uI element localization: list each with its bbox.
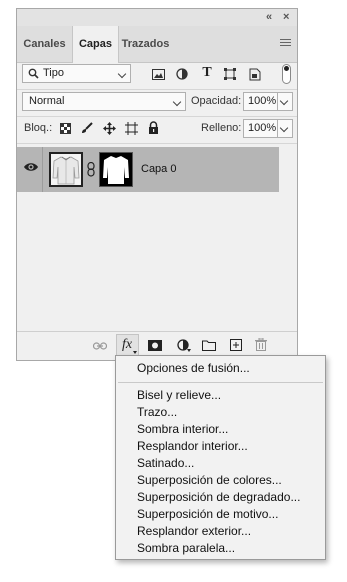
blend-mode-select[interactable]: Normal — [22, 92, 186, 111]
divider — [17, 143, 297, 144]
chevron-down-icon[interactable] — [279, 123, 289, 133]
panel-title-bar: « × — [17, 9, 297, 27]
lock-label: Bloq.: — [24, 122, 53, 134]
tab-trazados[interactable]: Trazados — [117, 26, 174, 62]
panel-tabs: Canales Capas Trazados — [17, 26, 297, 63]
group-folder-icon[interactable] — [202, 338, 216, 352]
adjustment-filter-icon[interactable] — [175, 67, 189, 81]
layer-name[interactable]: Capa 0 — [141, 163, 176, 175]
adjustment-layer-icon[interactable] — [176, 338, 191, 352]
lock-all-icon[interactable] — [146, 120, 160, 134]
opacity-value: 100% — [248, 95, 277, 107]
menu-separator — [118, 382, 323, 383]
panel-menu-icon[interactable] — [280, 39, 291, 48]
layer-filter-select[interactable]: Tipo — [22, 64, 131, 83]
opacity-input[interactable]: 100% — [243, 92, 293, 111]
chevron-down-icon[interactable] — [279, 96, 289, 106]
tab-canales[interactable]: Canales — [17, 26, 72, 62]
shirt-icon — [51, 154, 81, 185]
search-icon — [28, 68, 39, 79]
lock-artboard-icon[interactable] — [124, 121, 138, 135]
close-icon[interactable]: × — [283, 11, 289, 23]
menu-item-color-overlay[interactable]: Superposición de colores... — [137, 473, 282, 487]
layers-panel: « × Canales Capas Trazados Tipo T Normal… — [16, 8, 298, 361]
filter-toggle-icon[interactable] — [282, 64, 291, 84]
layer-mask-thumbnail[interactable] — [99, 152, 133, 187]
menu-item-outer-glow[interactable]: Resplandor exterior... — [137, 524, 251, 538]
menu-item-inner-glow[interactable]: Resplandor interior... — [137, 439, 248, 453]
eye-icon[interactable] — [24, 162, 38, 175]
submenu-arrow-icon — [133, 351, 137, 354]
tab-capas[interactable]: Capas — [72, 26, 119, 63]
menu-item-stroke[interactable]: Trazo... — [137, 405, 177, 419]
trash-icon[interactable] — [254, 337, 268, 351]
link-layers-icon[interactable] — [93, 339, 107, 353]
layer-row[interactable]: Capa 0 — [17, 147, 279, 192]
blend-mode-value: Normal — [29, 95, 65, 107]
mask-link-icon[interactable] — [87, 161, 95, 180]
menu-item-bevel-emboss[interactable]: Bisel y relieve... — [137, 388, 221, 402]
fill-value: 100% — [248, 122, 277, 134]
shape-filter-icon[interactable] — [223, 67, 237, 81]
chevron-down-icon — [117, 69, 127, 79]
fx-icon: fx — [122, 337, 133, 352]
opacity-label: Opacidad: — [191, 95, 242, 107]
lock-paint-icon[interactable] — [80, 121, 94, 135]
layer-thumbnail[interactable] — [49, 152, 83, 187]
lock-transparent-icon[interactable] — [58, 121, 72, 135]
smart-object-filter-icon[interactable] — [248, 67, 262, 81]
menu-item-drop-shadow[interactable]: Sombra paralela... — [137, 541, 235, 555]
type-filter-icon[interactable]: T — [200, 65, 214, 80]
lock-move-icon[interactable] — [102, 121, 116, 135]
menu-item-blending-options[interactable]: Opciones de fusión... — [137, 361, 250, 375]
filter-value: Tipo — [43, 67, 64, 79]
divider — [17, 116, 297, 117]
menu-item-satin[interactable]: Satinado... — [137, 456, 194, 470]
layer-style-menu: Opciones de fusión... Bisel y relieve...… — [115, 355, 326, 560]
menu-item-gradient-overlay[interactable]: Superposición de degradado... — [137, 490, 300, 504]
fill-label: Relleno: — [201, 122, 242, 134]
shirt-mask-icon — [100, 153, 132, 186]
chevron-down-icon — [172, 97, 182, 107]
fill-input[interactable]: 100% — [243, 119, 293, 138]
fx-button[interactable]: fx — [116, 334, 139, 357]
image-filter-icon[interactable] — [151, 67, 165, 81]
new-layer-icon[interactable] — [229, 338, 243, 352]
collapse-icon[interactable]: « — [266, 11, 272, 23]
mask-icon[interactable] — [148, 338, 162, 352]
divider — [17, 89, 297, 90]
menu-item-pattern-overlay[interactable]: Superposición de motivo... — [137, 507, 278, 521]
menu-item-inner-shadow[interactable]: Sombra interior... — [137, 422, 228, 436]
